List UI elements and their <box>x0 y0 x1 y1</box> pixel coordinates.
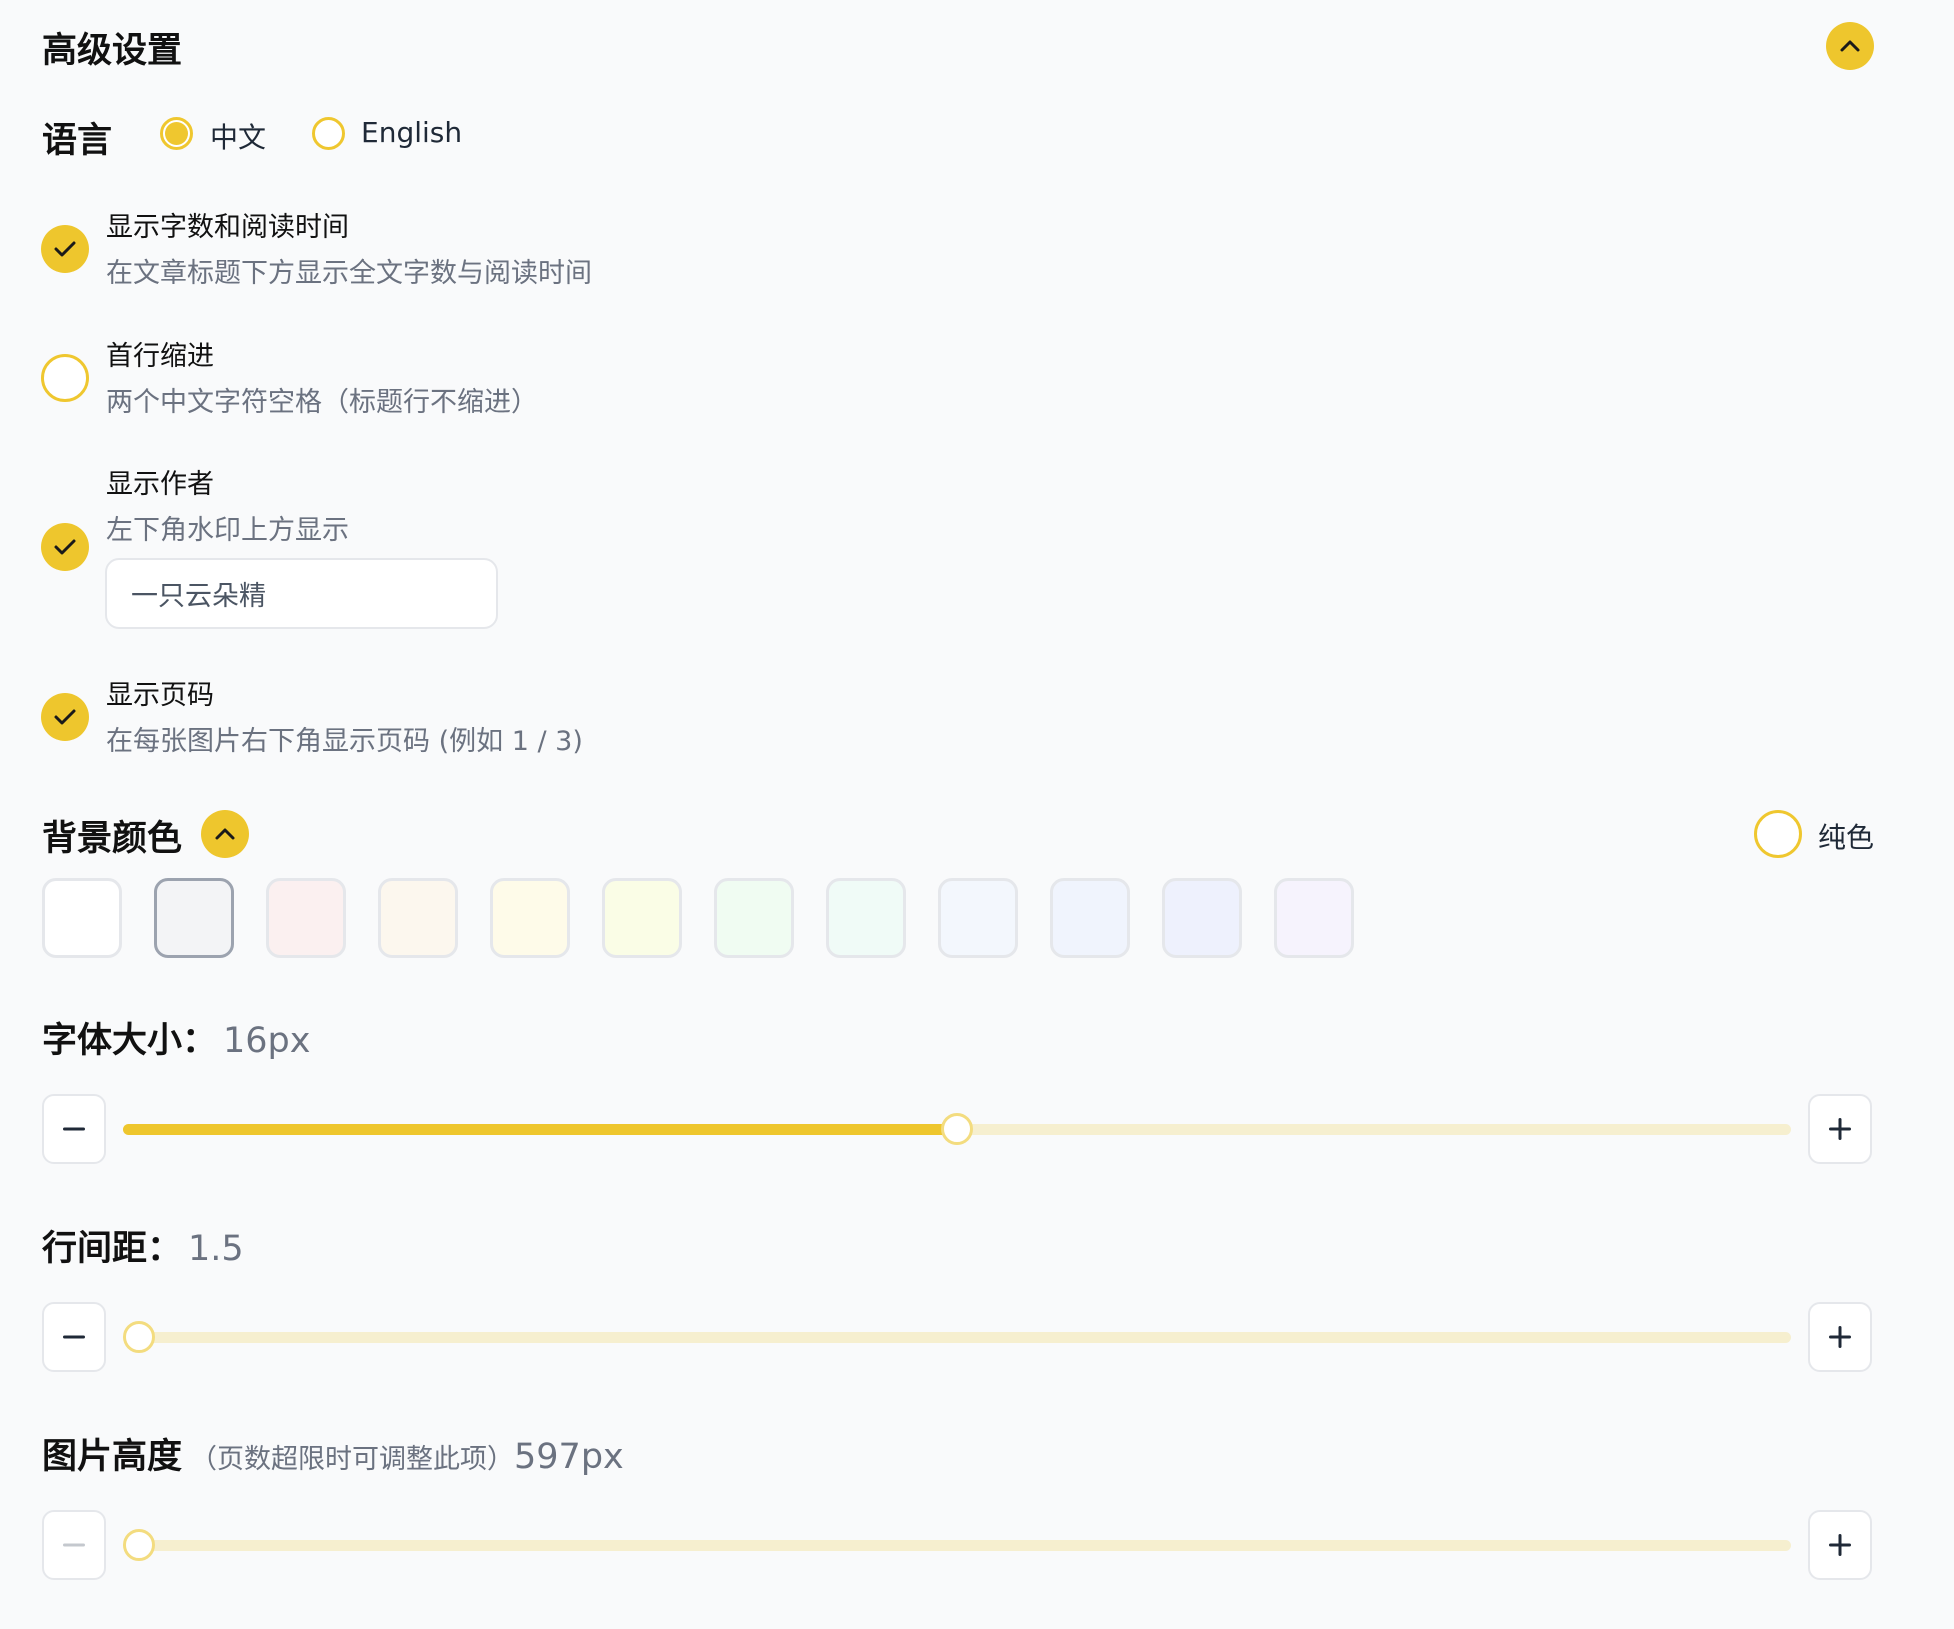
language-radio-en[interactable] <box>312 117 345 150</box>
section-title: 高级设置 <box>42 31 183 71</box>
color-swatch[interactable] <box>602 878 682 958</box>
line-height-decrease-button[interactable] <box>42 1302 106 1372</box>
word-count-description: 在文章标题下方显示全文字数与阅读时间 <box>106 258 592 289</box>
line-height-label: 行间距： <box>42 1229 183 1269</box>
indent-title: 首行缩进 <box>106 341 214 372</box>
page-number-description: 在每张图片右下角显示页码 (例如 1 / 3) <box>106 726 583 757</box>
solid-color-checkbox[interactable] <box>1754 810 1802 858</box>
solid-color-label: 纯色 <box>1818 821 1875 854</box>
font-size-value: 16px <box>223 1021 311 1061</box>
author-name-input[interactable] <box>105 558 498 629</box>
language-option-zh-label[interactable]: 中文 <box>210 116 266 156</box>
language-option-en-label[interactable]: English <box>361 116 462 149</box>
color-swatch[interactable] <box>154 878 234 958</box>
image-height-slider-thumb[interactable] <box>123 1529 155 1561</box>
image-height-decrease-button[interactable] <box>42 1510 106 1580</box>
page-number-checkbox[interactable] <box>41 693 89 741</box>
image-height-slider-track[interactable] <box>123 1540 1791 1551</box>
advanced-settings-panel: 高级设置 语言 中文 English 显示字数和阅读时间 在文章标题下方显示全文… <box>0 0 1954 1629</box>
checkmark-icon <box>54 241 76 257</box>
language-radio-zh[interactable] <box>160 117 193 150</box>
plus-icon <box>1829 1118 1851 1140</box>
indent-description: 两个中文字符空格（标题行不缩进） <box>106 387 538 418</box>
minus-icon <box>63 1127 85 1131</box>
word-count-checkbox[interactable] <box>41 225 89 273</box>
show-author-description: 左下角水印上方显示 <box>106 515 349 546</box>
line-height-slider-track[interactable] <box>123 1332 1791 1343</box>
color-swatch[interactable] <box>714 878 794 958</box>
font-size-label: 字体大小： <box>42 1021 218 1061</box>
color-swatch[interactable] <box>266 878 346 958</box>
show-author-title: 显示作者 <box>106 469 214 500</box>
minus-icon <box>63 1543 85 1547</box>
checkmark-icon <box>54 709 76 725</box>
color-swatch[interactable] <box>490 878 570 958</box>
color-swatch[interactable] <box>1050 878 1130 958</box>
line-height-slider-thumb[interactable] <box>123 1321 155 1353</box>
image-height-label: 图片高度 <box>42 1437 183 1477</box>
color-swatch[interactable] <box>378 878 458 958</box>
background-color-title: 背景颜色 <box>42 819 183 859</box>
line-height-increase-button[interactable] <box>1808 1302 1872 1372</box>
line-height-header: 行间距： 1.5 <box>42 1220 244 1271</box>
checkmark-icon <box>54 539 76 555</box>
chevron-up-icon <box>1840 40 1860 52</box>
line-height-value: 1.5 <box>188 1229 244 1269</box>
image-height-value: 597px <box>514 1437 624 1477</box>
color-swatch[interactable] <box>1274 878 1354 958</box>
plus-icon <box>1829 1534 1851 1556</box>
background-collapse-button[interactable] <box>201 810 249 858</box>
plus-icon <box>1829 1326 1851 1348</box>
image-height-increase-button[interactable] <box>1808 1510 1872 1580</box>
minus-icon <box>63 1335 85 1339</box>
language-label: 语言 <box>42 121 113 161</box>
radio-selected-dot <box>165 122 188 145</box>
font-size-increase-button[interactable] <box>1808 1094 1872 1164</box>
font-size-header: 字体大小： 16px <box>42 1012 310 1063</box>
color-swatch[interactable] <box>1162 878 1242 958</box>
word-count-title: 显示字数和阅读时间 <box>106 212 349 243</box>
page-number-title: 显示页码 <box>106 680 214 711</box>
chevron-up-icon <box>215 828 235 840</box>
font-size-slider-thumb[interactable] <box>941 1113 973 1145</box>
image-height-note: （页数超限时可调整此项） <box>190 1444 515 1475</box>
font-size-decrease-button[interactable] <box>42 1094 106 1164</box>
color-swatch[interactable] <box>826 878 906 958</box>
swatch-row <box>42 878 1354 958</box>
indent-checkbox[interactable] <box>41 354 89 402</box>
color-swatch[interactable] <box>938 878 1018 958</box>
image-height-header: 图片高度 （页数超限时可调整此项） 597px <box>42 1428 624 1479</box>
show-author-checkbox[interactable] <box>41 523 89 571</box>
color-swatch[interactable] <box>42 878 122 958</box>
collapse-button[interactable] <box>1826 22 1874 70</box>
font-size-slider-fill <box>123 1124 957 1135</box>
